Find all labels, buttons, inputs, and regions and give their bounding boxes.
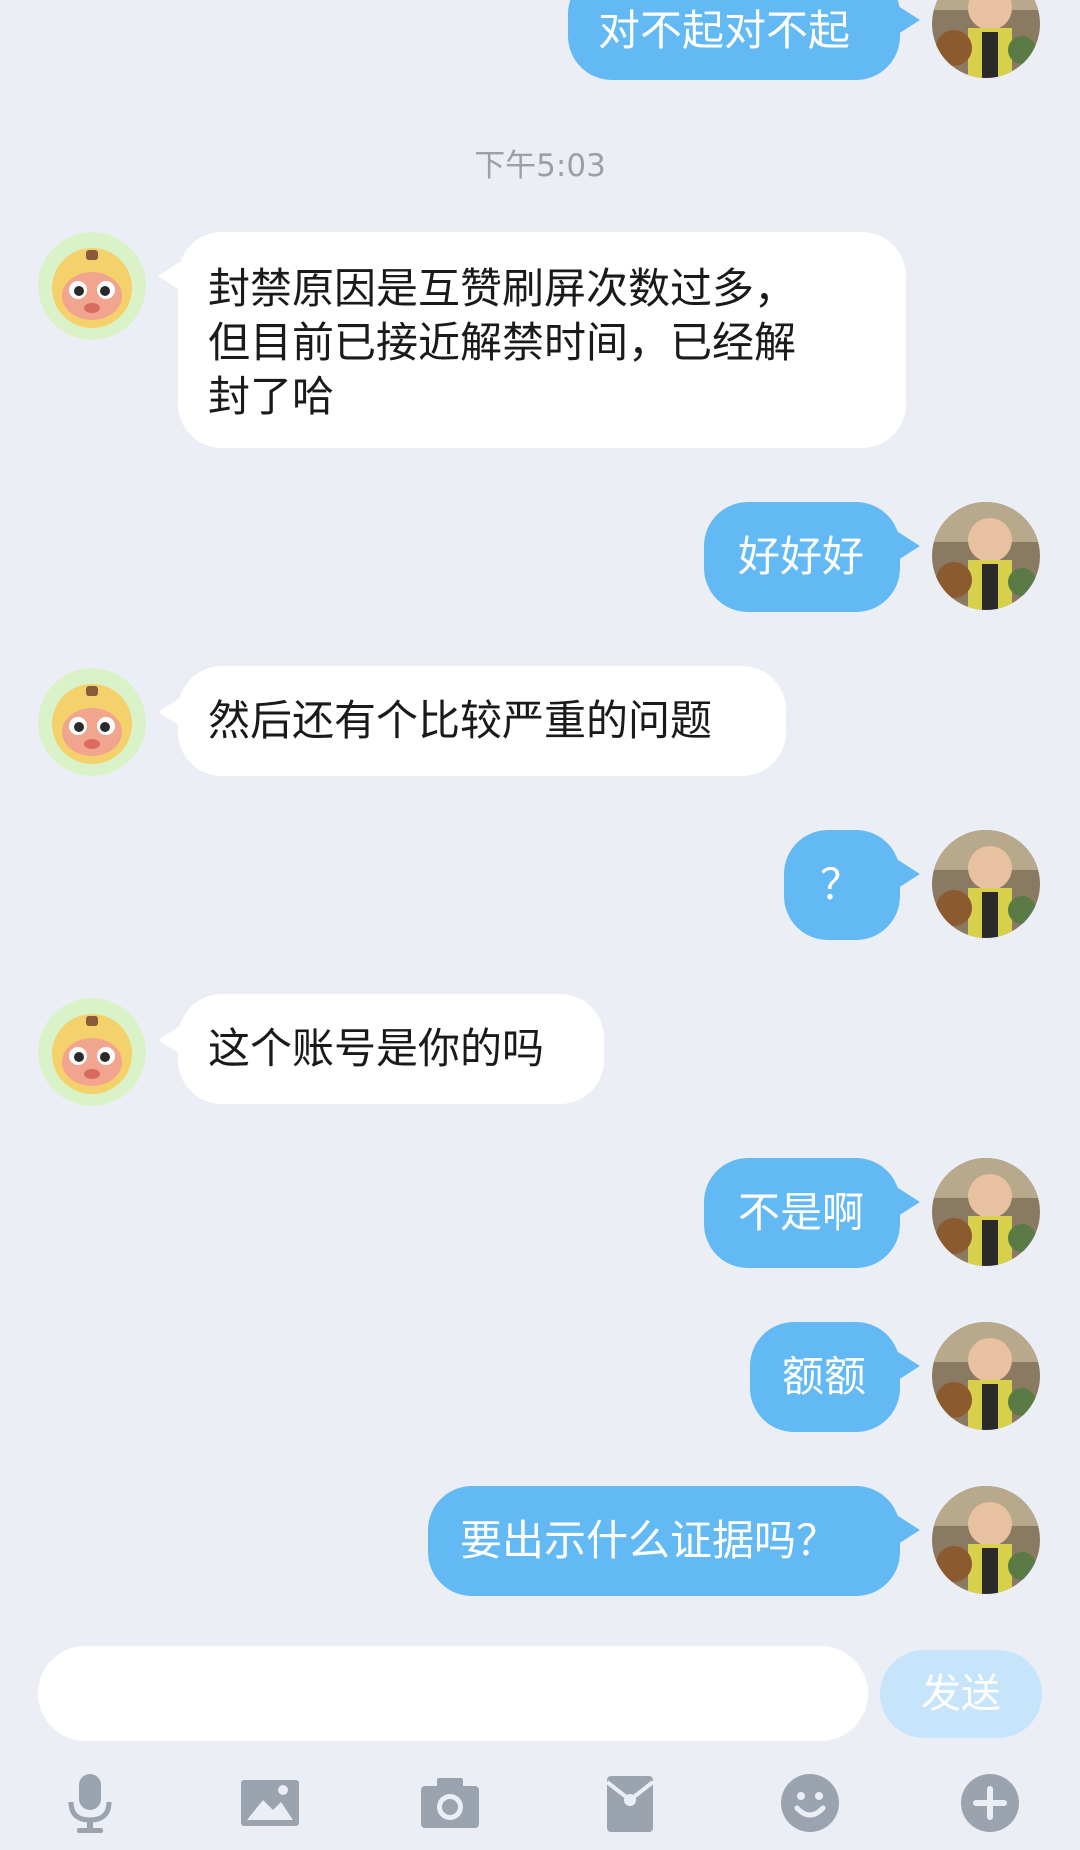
my-avatar[interactable] — [932, 1158, 1040, 1266]
bubble-tail — [158, 698, 180, 726]
outgoing-message-bubble[interactable]: 要出示什么证据吗？ — [428, 1486, 900, 1596]
message-text-input[interactable] — [38, 1646, 868, 1741]
incoming-message-bubble[interactable]: 然后还有个比较严重的问题 — [178, 666, 786, 776]
plus-icon[interactable] — [955, 1768, 1025, 1838]
my-avatar[interactable] — [932, 1322, 1040, 1430]
my-avatar[interactable] — [932, 830, 1040, 938]
incoming-message-bubble[interactable]: 这个账号是你的吗 — [178, 994, 604, 1104]
outgoing-message-bubble[interactable]: 对不起对不起 — [568, 0, 900, 80]
bubble-tail — [158, 262, 180, 290]
message-input-bar: 发送 — [0, 1640, 1080, 1850]
bubble-tail — [158, 1026, 180, 1054]
bubble-tail — [898, 6, 920, 34]
red-packet-icon[interactable] — [595, 1768, 665, 1838]
my-avatar[interactable] — [932, 0, 1040, 78]
message-timestamp: 下午5:03 — [474, 148, 606, 184]
my-avatar[interactable] — [932, 502, 1040, 610]
outgoing-message-bubble[interactable]: 不是啊 — [704, 1158, 900, 1268]
chat-message-list[interactable]: 对不起对不起 下午5:03 封禁原因是互赞刷屏次数过多， 但目前已接近解禁时间，… — [0, 0, 1080, 1640]
microphone-icon[interactable] — [55, 1768, 125, 1838]
emoji-icon[interactable] — [775, 1768, 845, 1838]
incoming-message-bubble[interactable]: 封禁原因是互赞刷屏次数过多， 但目前已接近解禁时间，已经解 封了哈 — [178, 232, 906, 448]
image-icon[interactable] — [235, 1768, 305, 1838]
camera-icon[interactable] — [415, 1768, 485, 1838]
outgoing-message-bubble[interactable]: 好好好 — [704, 502, 900, 612]
bubble-tail — [898, 1516, 920, 1544]
outgoing-message-bubble[interactable]: 额额 — [750, 1322, 900, 1432]
bubble-tail — [898, 1352, 920, 1380]
contact-avatar[interactable] — [38, 232, 146, 340]
bubble-tail — [898, 532, 920, 560]
contact-avatar[interactable] — [38, 998, 146, 1106]
outgoing-message-bubble[interactable]: ？ — [784, 830, 900, 940]
my-avatar[interactable] — [932, 1486, 1040, 1594]
bubble-tail — [898, 860, 920, 888]
contact-avatar[interactable] — [38, 668, 146, 776]
bubble-tail — [898, 1188, 920, 1216]
send-button[interactable]: 发送 — [880, 1650, 1042, 1738]
